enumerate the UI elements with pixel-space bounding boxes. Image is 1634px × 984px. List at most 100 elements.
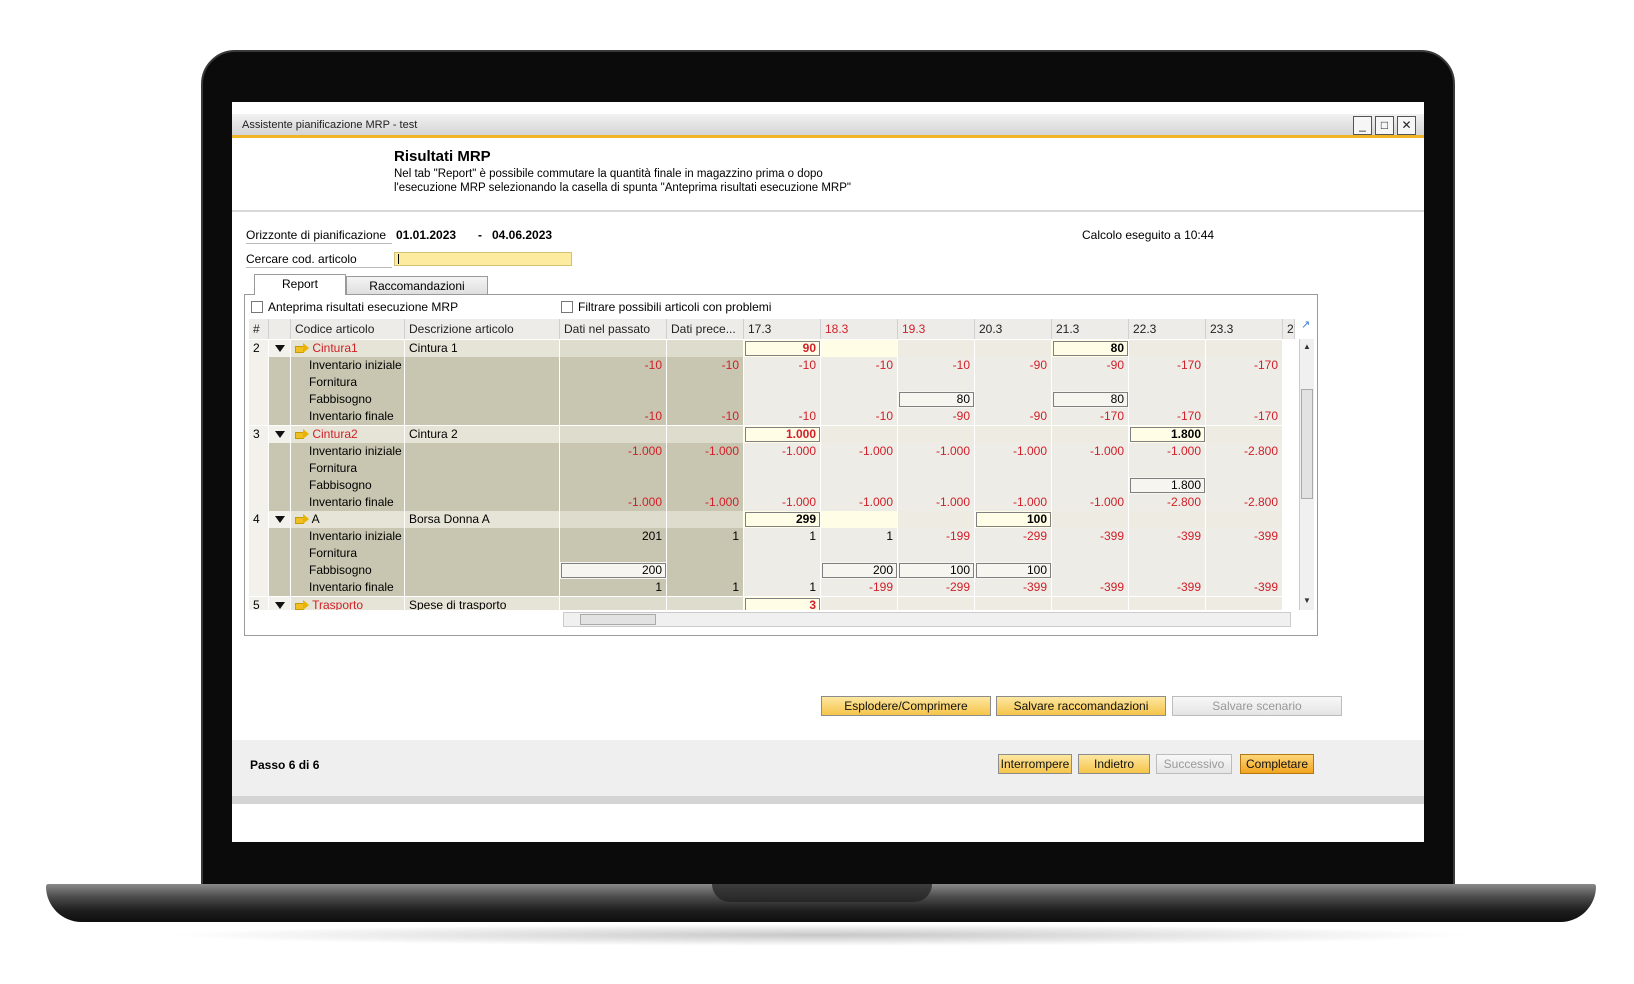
data-cell[interactable] xyxy=(1206,476,1283,494)
data-cell[interactable] xyxy=(667,374,744,392)
expand-toggle[interactable] xyxy=(269,425,291,443)
data-cell[interactable] xyxy=(667,459,744,477)
data-cell[interactable] xyxy=(1129,459,1206,477)
triangle-down-icon[interactable] xyxy=(275,601,285,609)
data-cell[interactable]: 90 xyxy=(744,340,821,357)
expand-toggle-spacer[interactable] xyxy=(269,442,291,460)
item-code[interactable]: Cintura1 xyxy=(291,340,405,357)
data-cell[interactable] xyxy=(898,545,975,563)
tab-report[interactable]: Report xyxy=(254,274,346,295)
data-cell[interactable]: -90 xyxy=(975,408,1052,426)
data-cell[interactable] xyxy=(1129,391,1206,409)
data-cell[interactable] xyxy=(898,476,975,494)
item-description[interactable]: Spese di trasporto xyxy=(405,596,560,610)
triangle-down-icon[interactable] xyxy=(275,430,285,438)
data-cell[interactable]: 1 xyxy=(667,528,744,546)
detail-description[interactable] xyxy=(405,442,560,460)
data-cell[interactable]: 100 xyxy=(975,562,1052,580)
detail-description[interactable] xyxy=(405,476,560,494)
data-cell[interactable] xyxy=(667,545,744,563)
grid-header-cell[interactable]: 2 xyxy=(1283,319,1295,339)
data-cell[interactable]: -1.000 xyxy=(975,442,1052,460)
data-cell[interactable]: 3 xyxy=(744,596,821,610)
item-description[interactable]: Cintura 2 xyxy=(405,425,560,443)
row-number[interactable]: 4 xyxy=(249,511,269,528)
preview-checkbox-box[interactable] xyxy=(251,301,263,313)
expand-toggle[interactable] xyxy=(269,511,291,528)
data-cell[interactable]: -1.000 xyxy=(898,442,975,460)
grid-header-cell[interactable]: Descrizione articolo xyxy=(405,319,560,339)
data-cell[interactable]: -10 xyxy=(821,408,898,426)
data-cell[interactable]: -170 xyxy=(1129,408,1206,426)
data-cell[interactable] xyxy=(667,391,744,409)
row-number[interactable] xyxy=(249,562,269,580)
finish-button[interactable]: Completare xyxy=(1240,754,1314,774)
scroll-down-icon[interactable]: ▼ xyxy=(1301,595,1313,607)
data-cell[interactable] xyxy=(560,425,667,443)
grid-item-row[interactable]: 4 A Borsa Donna A 299 100 xyxy=(249,511,1295,528)
grid-header-cell[interactable]: Dati nel passato xyxy=(560,319,667,339)
detail-label[interactable]: Fabbisogno xyxy=(291,562,405,580)
data-cell[interactable]: 200 xyxy=(560,562,667,580)
data-cell[interactable]: -1.000 xyxy=(1052,493,1129,511)
date-to[interactable]: 04.06.2023 xyxy=(492,228,552,242)
item-code[interactable]: Cintura2 xyxy=(291,425,405,443)
data-cell[interactable]: -170 xyxy=(1129,357,1206,375)
grid-item-row[interactable]: 3 Cintura2 Cintura 2 1.000 1.800 xyxy=(249,425,1295,443)
data-cell[interactable]: -90 xyxy=(1052,357,1129,375)
data-cell[interactable] xyxy=(1206,391,1283,409)
expand-toggle-spacer[interactable] xyxy=(269,476,291,494)
expand-toggle[interactable] xyxy=(269,596,291,610)
data-cell[interactable] xyxy=(1129,340,1206,357)
data-cell[interactable] xyxy=(667,562,744,580)
data-cell[interactable] xyxy=(975,374,1052,392)
data-cell[interactable] xyxy=(975,340,1052,357)
data-cell[interactable]: -399 xyxy=(1206,528,1283,546)
filter-checkbox[interactable]: Filtrare possibili articoli con problemi xyxy=(561,300,771,314)
minimize-icon[interactable]: _ xyxy=(1353,116,1372,135)
data-cell[interactable]: -399 xyxy=(1206,579,1283,597)
data-cell[interactable]: -1.000 xyxy=(744,493,821,511)
data-cell[interactable]: -10 xyxy=(898,357,975,375)
item-code[interactable]: A xyxy=(291,511,405,528)
data-cell[interactable]: 1 xyxy=(744,528,821,546)
scroll-up-icon[interactable]: ▲ xyxy=(1301,341,1313,353)
row-number[interactable] xyxy=(249,476,269,494)
data-cell[interactable]: -399 xyxy=(1052,579,1129,597)
row-number[interactable] xyxy=(249,442,269,460)
data-cell[interactable] xyxy=(1206,425,1283,443)
data-cell[interactable] xyxy=(744,459,821,477)
grid-header-cell[interactable]: Dati prece... xyxy=(667,319,744,339)
close-icon[interactable]: ✕ xyxy=(1397,116,1416,135)
data-cell[interactable]: -2.800 xyxy=(1206,442,1283,460)
triangle-down-icon[interactable] xyxy=(275,516,285,524)
data-cell[interactable]: -299 xyxy=(898,579,975,597)
data-cell[interactable] xyxy=(1052,562,1129,580)
row-number[interactable] xyxy=(249,459,269,477)
expand-toggle-spacer[interactable] xyxy=(269,391,291,409)
data-cell[interactable] xyxy=(1206,340,1283,357)
data-cell[interactable] xyxy=(560,476,667,494)
data-cell[interactable] xyxy=(821,340,898,357)
detail-label[interactable]: Inventario finale xyxy=(291,493,405,511)
data-cell[interactable]: -1.000 xyxy=(898,493,975,511)
data-cell[interactable] xyxy=(667,511,744,528)
save-scenario-button[interactable]: Salvare scenario xyxy=(1172,696,1342,716)
data-cell[interactable] xyxy=(560,459,667,477)
item-description[interactable]: Borsa Donna A xyxy=(405,511,560,528)
detail-label[interactable]: Fornitura xyxy=(291,459,405,477)
detail-label[interactable]: Inventario iniziale xyxy=(291,357,405,375)
grid-detail-row[interactable]: Fabbisogno 1.800 xyxy=(249,476,1295,494)
data-cell[interactable]: -170 xyxy=(1052,408,1129,426)
data-cell[interactable]: -199 xyxy=(821,579,898,597)
detail-description[interactable] xyxy=(405,562,560,580)
grid-header-cell[interactable]: 20.3 xyxy=(975,319,1052,339)
data-cell[interactable]: -2.800 xyxy=(1129,493,1206,511)
expand-toggle-spacer[interactable] xyxy=(269,408,291,426)
triangle-down-icon[interactable] xyxy=(275,345,285,353)
data-cell[interactable] xyxy=(1206,545,1283,563)
data-cell[interactable] xyxy=(1206,459,1283,477)
detail-description[interactable] xyxy=(405,408,560,426)
data-cell[interactable] xyxy=(1129,374,1206,392)
data-cell[interactable]: -299 xyxy=(975,528,1052,546)
